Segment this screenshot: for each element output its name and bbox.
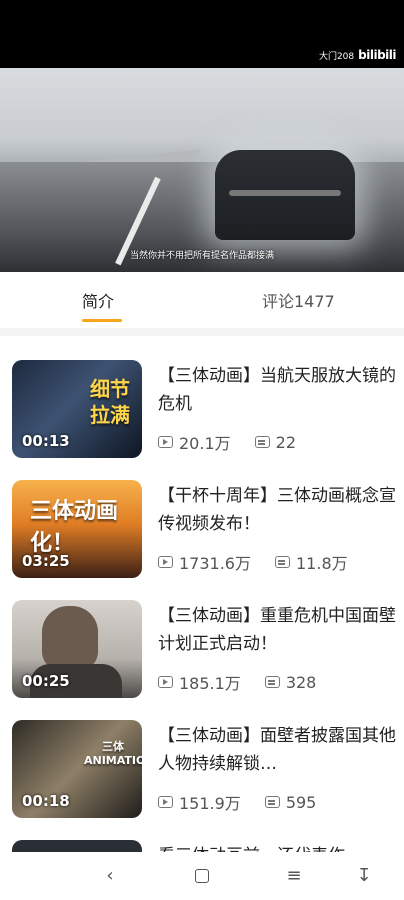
list-item[interactable]: 00:25 【三体动画】重重危机中国面壁计划正式启动！ 185.1万 328 (12, 600, 404, 700)
download-icon[interactable]: ↧ (352, 864, 376, 888)
video-frame (0, 68, 404, 272)
player-top-bar: 大门208 bilibili (0, 0, 404, 68)
list-item[interactable]: 看三体动画前，还代表作 (12, 840, 404, 852)
thumbnail-text: 细节拉满 (90, 377, 130, 427)
play-count-icon (158, 436, 173, 448)
danmaku-icon (275, 556, 290, 568)
video-thumbnail[interactable]: 00:25 (12, 600, 142, 698)
play-count-icon (158, 556, 173, 568)
video-thumbnail[interactable]: 三体 ANIMATION 00:18 (12, 720, 142, 818)
car (215, 150, 355, 240)
danmaku-icon (254, 436, 270, 448)
danmaku-count: 328 (285, 672, 317, 692)
video-stats: 20.1万 22 (158, 430, 296, 454)
video-title[interactable]: 【三体动画】当航天服放大镜的危机 (158, 362, 398, 418)
view-count: 151.9万 (179, 794, 241, 813)
play-count-icon (158, 676, 173, 688)
danmaku-count: 22 (275, 432, 296, 452)
video-stats: 151.9万 595 (158, 790, 316, 814)
video-stats: 185.1万 328 (158, 670, 316, 694)
list-item[interactable]: 三体动画化！ 03:25 【干杯十周年】三体动画概念宣传视频发布！ 1731.6… (12, 480, 404, 580)
danmaku-count: 595 (285, 792, 317, 812)
tab-intro[interactable]: 简介 (82, 288, 114, 312)
video-player[interactable]: 大门208 bilibili 当然你并不用把所有提名作品都接满 (0, 0, 404, 272)
video-subtitle: 当然你并不用把所有提名作品都接满 (129, 251, 274, 261)
video-list: 细节拉满 00:13 【三体动画】当航天服放大镜的危机 20.1万 22 三体动… (0, 336, 404, 852)
list-item[interactable]: 三体 ANIMATION 00:18 【三体动画】面壁者披露国其他人物持续解锁…… (12, 720, 404, 820)
thumbnail-text: 三体 ANIMATION (84, 740, 142, 767)
system-nav-bar: ‹ ≡ ↧ (0, 852, 404, 900)
thumbnail-text: 三体动画化！ (30, 499, 119, 556)
active-tab-indicator (82, 319, 122, 322)
video-thumbnail[interactable]: 细节拉满 00:13 (12, 360, 142, 458)
menu-icon[interactable]: ≡ (282, 864, 306, 888)
video-duration: 03:25 (22, 552, 70, 570)
video-stats: 1731.6万 11.8万 (158, 550, 348, 574)
video-thumbnail[interactable]: 三体动画化！ 03:25 (12, 480, 142, 578)
danmaku-count: 11.8万 (296, 554, 348, 573)
view-count: 1731.6万 (179, 554, 251, 573)
danmaku-icon (264, 796, 280, 808)
video-title[interactable]: 【干杯十周年】三体动画概念宣传视频发布！ (158, 482, 398, 538)
play-count-icon (158, 796, 173, 808)
video-title[interactable]: 【三体动画】重重危机中国面壁计划正式启动！ (158, 602, 398, 658)
view-count: 20.1万 (179, 434, 231, 453)
tab-bar: 简介 评论1477 (0, 272, 404, 329)
portrait (42, 606, 98, 670)
home-icon[interactable] (190, 864, 214, 888)
back-icon[interactable]: ‹ (98, 864, 122, 888)
video-duration: 00:18 (22, 792, 70, 810)
list-item[interactable]: 细节拉满 00:13 【三体动画】当航天服放大镜的危机 20.1万 22 (12, 360, 404, 460)
danmaku-icon (264, 676, 280, 688)
video-duration: 00:13 (22, 432, 70, 450)
watermark: 大门208 bilibili (318, 48, 397, 62)
view-count: 185.1万 (179, 674, 241, 693)
video-title[interactable]: 看三体动画前，还代表作 (158, 842, 398, 852)
video-thumbnail[interactable] (12, 840, 142, 852)
tab-comments[interactable]: 评论1477 (262, 288, 335, 312)
video-title[interactable]: 【三体动画】面壁者披露国其他人物持续解锁… (158, 722, 398, 778)
section-divider (0, 328, 404, 336)
video-duration: 00:25 (22, 672, 70, 690)
watermark-text: 大门208 (318, 51, 355, 62)
bilibili-logo-icon: bilibili (358, 48, 396, 62)
